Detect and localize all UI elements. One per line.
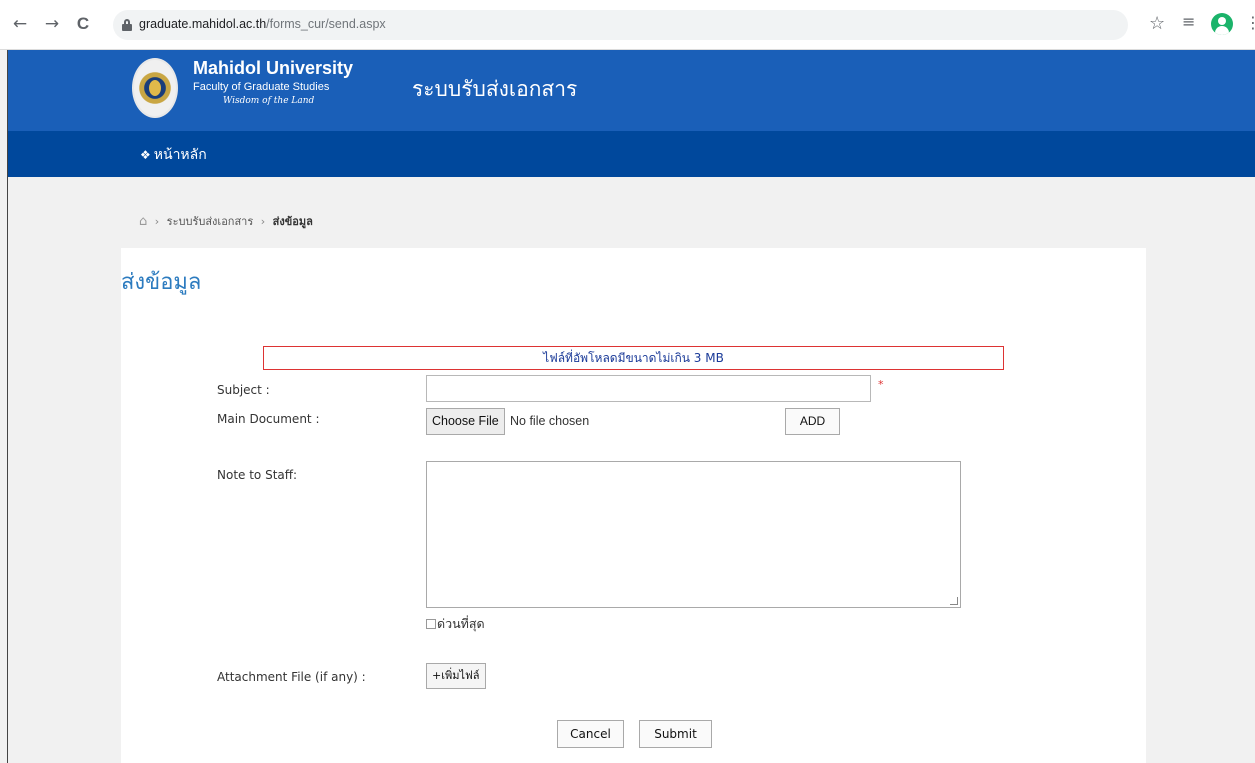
university-motto: Wisdom of the Land (223, 96, 315, 106)
forward-icon[interactable]: → (42, 14, 62, 34)
note-textarea[interactable] (426, 461, 961, 608)
back-icon[interactable]: ← (10, 14, 30, 34)
content-panel: ส่งข้อมูล ไฟล์ที่อัพโหลดมีขนาดไม่เกิน 3 … (121, 248, 1146, 763)
attachment-label: Attachment File (if any) : (217, 670, 366, 684)
subject-label: Subject : (217, 383, 270, 397)
breadcrumb-separator: › (154, 215, 160, 228)
file-status-text: No file chosen (510, 414, 590, 428)
nav-home-label: หน้าหลัก (153, 147, 207, 163)
required-marker: * (878, 378, 884, 391)
upload-size-notice: ไฟล์ที่อัพโหลดมีขนาดไม่เกิน 3 MB (263, 346, 1004, 370)
university-seal-logo[interactable] (132, 58, 178, 118)
breadcrumb-item-system[interactable]: ระบบรับส่งเอกสาร (167, 215, 254, 228)
main-nav: ❖ หน้าหลัก (8, 131, 1255, 177)
home-icon: ❖ (140, 148, 151, 162)
urgent-label[interactable]: ด่วนที่สุด (437, 616, 485, 631)
site-title: ระบบรับส่งเอกสาร (412, 77, 578, 101)
submit-button[interactable]: Submit (639, 720, 712, 748)
url-text[interactable]: graduate.mahidol.ac.th/forms_cur/send.as… (139, 17, 386, 31)
breadcrumb: ⌂ › ระบบรับส่งเอกสาร › ส่งข้อมูล (139, 212, 313, 230)
main-document-label: Main Document : (217, 412, 320, 426)
add-attachment-button[interactable]: +เพิ่มไฟล์ (426, 663, 486, 689)
urgent-option: ด่วนที่สุด (426, 614, 485, 634)
faculty-name: Faculty of Graduate Studies (193, 81, 330, 93)
university-name: Mahidol University (193, 58, 354, 78)
address-bar[interactable]: graduate.mahidol.ac.th/forms_cur/send.as… (113, 10, 1128, 40)
url-path: /forms_cur/send.aspx (266, 17, 386, 31)
choose-file-button[interactable]: Choose File (426, 408, 505, 435)
lock-icon (122, 19, 132, 31)
urgent-checkbox[interactable] (426, 619, 436, 629)
add-document-button[interactable]: ADD (785, 408, 840, 435)
bookmark-star-icon[interactable]: ☆ (1149, 13, 1165, 34)
breadcrumb-separator: › (260, 215, 266, 228)
breadcrumb-item-current: ส่งข้อมูล (272, 215, 313, 228)
note-label: Note to Staff: (217, 468, 298, 482)
site-header: Mahidol University Faculty of Graduate S… (8, 50, 1255, 131)
page-title: ส่งข้อมูล (121, 270, 202, 295)
resize-handle-icon[interactable] (950, 597, 958, 605)
url-host: graduate.mahidol.ac.th (139, 17, 267, 31)
profile-avatar-icon[interactable] (1211, 13, 1233, 35)
subject-input[interactable] (426, 375, 871, 402)
nav-home-link[interactable]: ❖ หน้าหลัก (140, 144, 207, 166)
cancel-button[interactable]: Cancel (557, 720, 624, 748)
breadcrumb-home-icon[interactable]: ⌂ (139, 214, 147, 229)
browser-menu-icon[interactable]: ⋮ (1245, 13, 1255, 32)
reload-icon[interactable]: C (73, 14, 93, 34)
browser-toolbar: ← → C graduate.mahidol.ac.th/forms_cur/s… (0, 0, 1255, 50)
reading-list-icon[interactable]: ≡ (1182, 12, 1195, 31)
